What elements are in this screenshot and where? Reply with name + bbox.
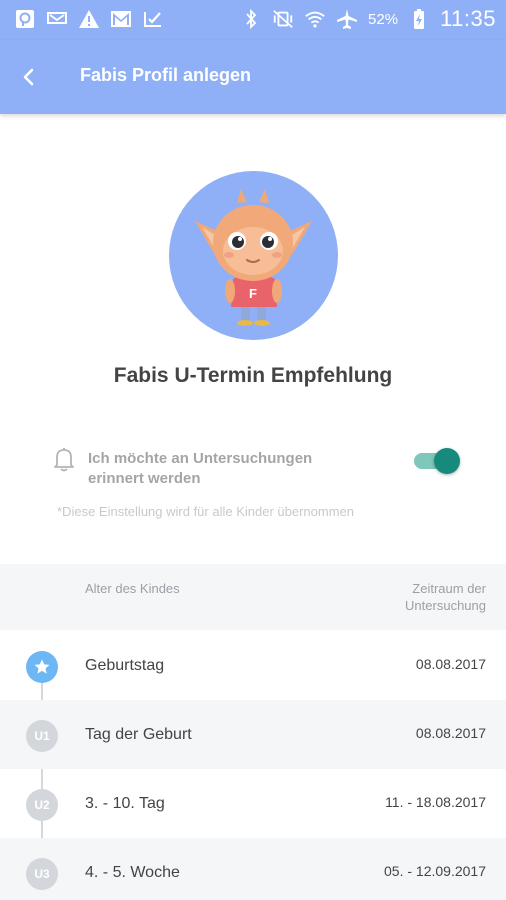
check-icon (142, 8, 164, 30)
wifi-icon (304, 8, 326, 30)
row-label: Tag der Geburt (85, 726, 192, 743)
battery-charging-icon (408, 8, 430, 30)
system-icons: 52% 11:35 (240, 6, 496, 32)
star-badge-icon (26, 651, 58, 683)
page-title: Fabis Profil anlegen (80, 65, 252, 85)
notification-icons (14, 8, 164, 30)
exam-badge: U2 (26, 789, 58, 821)
svg-text:F: F (249, 286, 257, 301)
table-row[interactable]: Geburtstag 08.08.2017 (0, 631, 506, 700)
column-header-age: Alter des Kindes (85, 581, 180, 596)
back-button[interactable] (14, 62, 44, 92)
toggle-knob (434, 448, 460, 474)
table-row[interactable]: U1 Tag der Geburt 08.08.2017 (0, 700, 506, 769)
row-date: 08.08.2017 (415, 656, 486, 672)
row-label: 3. - 10. Tag (85, 795, 165, 812)
row-date: 05. - 12.09.2017 (384, 863, 486, 879)
table-header: Alter des Kindes Zeitraum der Untersuchu… (0, 564, 506, 630)
row-date: 08.08.2017 (415, 725, 486, 741)
exam-badge: U3 (26, 858, 58, 890)
reminder-label: Ich möchte an Untersuchungen erinnert we… (88, 450, 313, 487)
row-label: 4. - 5. Woche (85, 864, 180, 881)
row-label: Geburtstag (85, 657, 165, 674)
battery-percent: 52% (368, 10, 399, 28)
monster-character-icon: F (195, 189, 312, 326)
row-date: 11. - 18.08.2017 (385, 794, 486, 810)
column-header-period: Zeitraum der Untersuchung (405, 581, 486, 613)
warning-icon (78, 8, 100, 30)
clock: 11:35 (440, 6, 496, 31)
status-bar: 52% 11:35 (0, 0, 506, 40)
app-bar: Fabis Profil anlegen (0, 40, 506, 114)
chevron-left-icon (23, 68, 34, 86)
missed-call-icon (46, 8, 68, 30)
gmail-icon (110, 8, 132, 30)
airplane-mode-icon (336, 8, 358, 30)
child-avatar[interactable]: F (169, 171, 338, 340)
reminder-hint: *Diese Einstellung wird für alle Kinder … (57, 504, 354, 519)
recommendation-title: Fabis U-Termin Empfehlung (113, 364, 393, 387)
table-row[interactable]: U3 4. - 5. Woche 05. - 12.09.2017 (0, 838, 506, 900)
reminder-toggle[interactable] (414, 448, 460, 474)
bluetooth-icon (240, 8, 262, 30)
bell-icon (52, 446, 76, 474)
exam-badge: U1 (26, 720, 58, 752)
app-notification-icon (14, 8, 36, 30)
table-row[interactable]: U2 3. - 10. Tag 11. - 18.08.2017 (0, 769, 506, 838)
vibrate-mute-icon (272, 8, 294, 30)
